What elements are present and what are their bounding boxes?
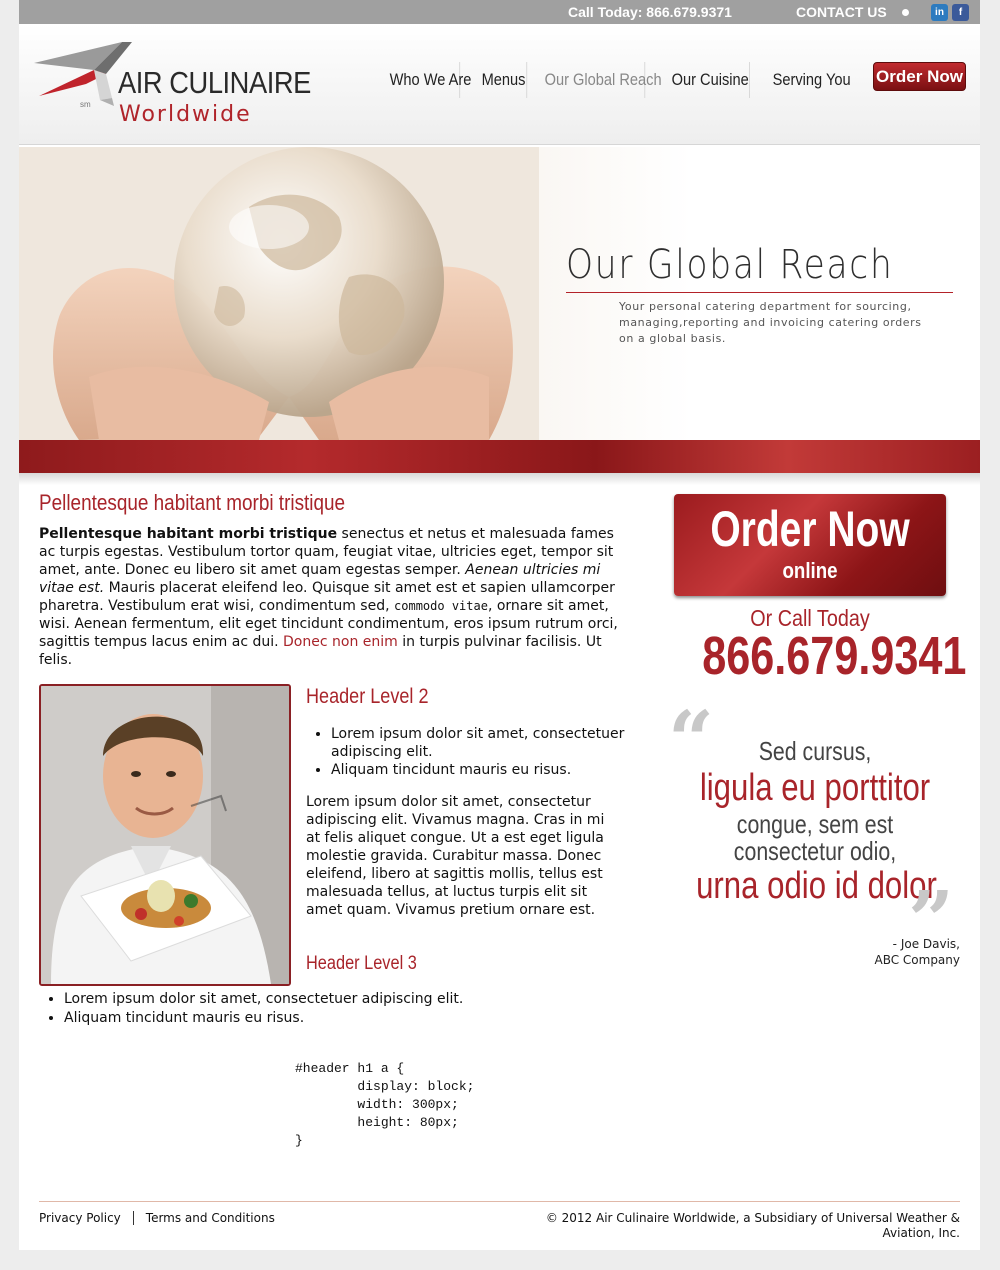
header-level-2: Header Level 2 — [306, 685, 429, 708]
facebook-icon[interactable]: f — [952, 4, 969, 21]
quote-line-1: Sed cursus, — [758, 736, 872, 766]
code-block: #header h1 a { display: block; width: 30… — [295, 1061, 475, 1148]
hands-holding-globe-image — [19, 147, 539, 440]
order-now-button[interactable]: Order Now — [873, 62, 966, 91]
quote-company: ABC Company — [874, 953, 960, 967]
order-now-label: Order Now — [710, 501, 910, 557]
service-mark: sm — [80, 100, 91, 109]
main-heading: Pellentesque habitant morbi tristique — [39, 490, 346, 515]
quote-line-5: urna odio id dolor. — [696, 865, 944, 907]
header-level-3: Header Level 3 — [306, 953, 417, 974]
hero-subtitle: Your personal catering department for so… — [619, 300, 922, 345]
list-item: Aliquam tincidunt mauris eu risus. — [64, 1009, 624, 1028]
nav-menus[interactable]: Menus — [473, 62, 528, 98]
chef-photo — [39, 684, 291, 986]
nav-serving-you[interactable]: Serving You — [764, 62, 851, 98]
intro-bold-lead: Pellentesque habitant morbi tristique — [39, 526, 338, 542]
list-item: Aliquam tincidunt mauris eu risus. — [331, 761, 636, 779]
bullet-icon — [902, 9, 909, 16]
list-item: Lorem ipsum dolor sit amet, consectetuer… — [64, 990, 624, 1009]
intro-link[interactable]: Donec non enim — [283, 634, 398, 650]
hero-divider — [566, 292, 953, 293]
intro-inline-code: commodo vitae — [394, 599, 488, 613]
brand-name: AIR CULINAIRE — [118, 65, 311, 100]
quote-line-2: ligula eu porttitor — [699, 767, 931, 809]
nav-our-global-reach[interactable]: Our Global Reach — [536, 62, 662, 98]
quote-line-4: consectetur odio, — [733, 836, 897, 866]
brand-subtitle: Worldwide — [119, 102, 252, 127]
top-bar: Call Today: 866.679.9371 CONTACT US in f — [19, 0, 980, 24]
footer-divider — [39, 1201, 960, 1202]
intro-paragraph: Pellentesque habitant morbi tristique se… — [39, 525, 634, 669]
phone-number[interactable]: 866.679.9341 — [702, 625, 966, 687]
hero-title: Our Global Reach — [566, 242, 894, 288]
order-now-online-button[interactable]: Order Now online — [674, 494, 946, 596]
body-paragraph: Lorem ipsum dolor sit amet, consectetur … — [306, 794, 605, 918]
quote-author: - Joe Davis, — [892, 937, 960, 951]
call-today-text: Call Today: 866.679.9371 — [568, 4, 732, 20]
site-logo[interactable]: sm AIR CULINAIRE Worldwide — [34, 38, 311, 128]
footer-links: Privacy Policy Terms and Conditions — [39, 1211, 287, 1225]
nav-our-cuisine[interactable]: Our Cuisine — [663, 62, 750, 98]
linkedin-icon[interactable]: in — [931, 4, 948, 21]
terms-link[interactable]: Terms and Conditions — [132, 1211, 287, 1225]
band-shadow — [19, 473, 980, 485]
contact-us-link[interactable]: CONTACT US — [796, 4, 887, 20]
red-band — [19, 440, 980, 473]
chef-with-plate-image — [41, 686, 289, 984]
privacy-policy-link[interactable]: Privacy Policy — [39, 1211, 133, 1225]
site-header: sm AIR CULINAIRE Worldwide Who We Are Me… — [19, 24, 980, 145]
main-nav: Who We Are Menus Our Global Reach Our Cu… — [381, 62, 860, 98]
bullet-list-2: Lorem ipsum dolor sit amet, consectetuer… — [64, 990, 624, 1028]
bullet-list-1: Lorem ipsum dolor sit amet, consectetuer… — [331, 725, 636, 779]
hero-banner: Our Global Reach Your personal catering … — [19, 147, 980, 440]
quote-attribution: - Joe Davis, ABC Company — [830, 936, 960, 968]
list-item: Lorem ipsum dolor sit amet, consectetuer… — [331, 725, 636, 761]
copyright-text: © 2012 Air Culinaire Worldwide, a Subsid… — [545, 1211, 960, 1240]
online-label: online — [782, 558, 838, 583]
nav-who-we-are[interactable]: Who We Are — [381, 62, 471, 98]
